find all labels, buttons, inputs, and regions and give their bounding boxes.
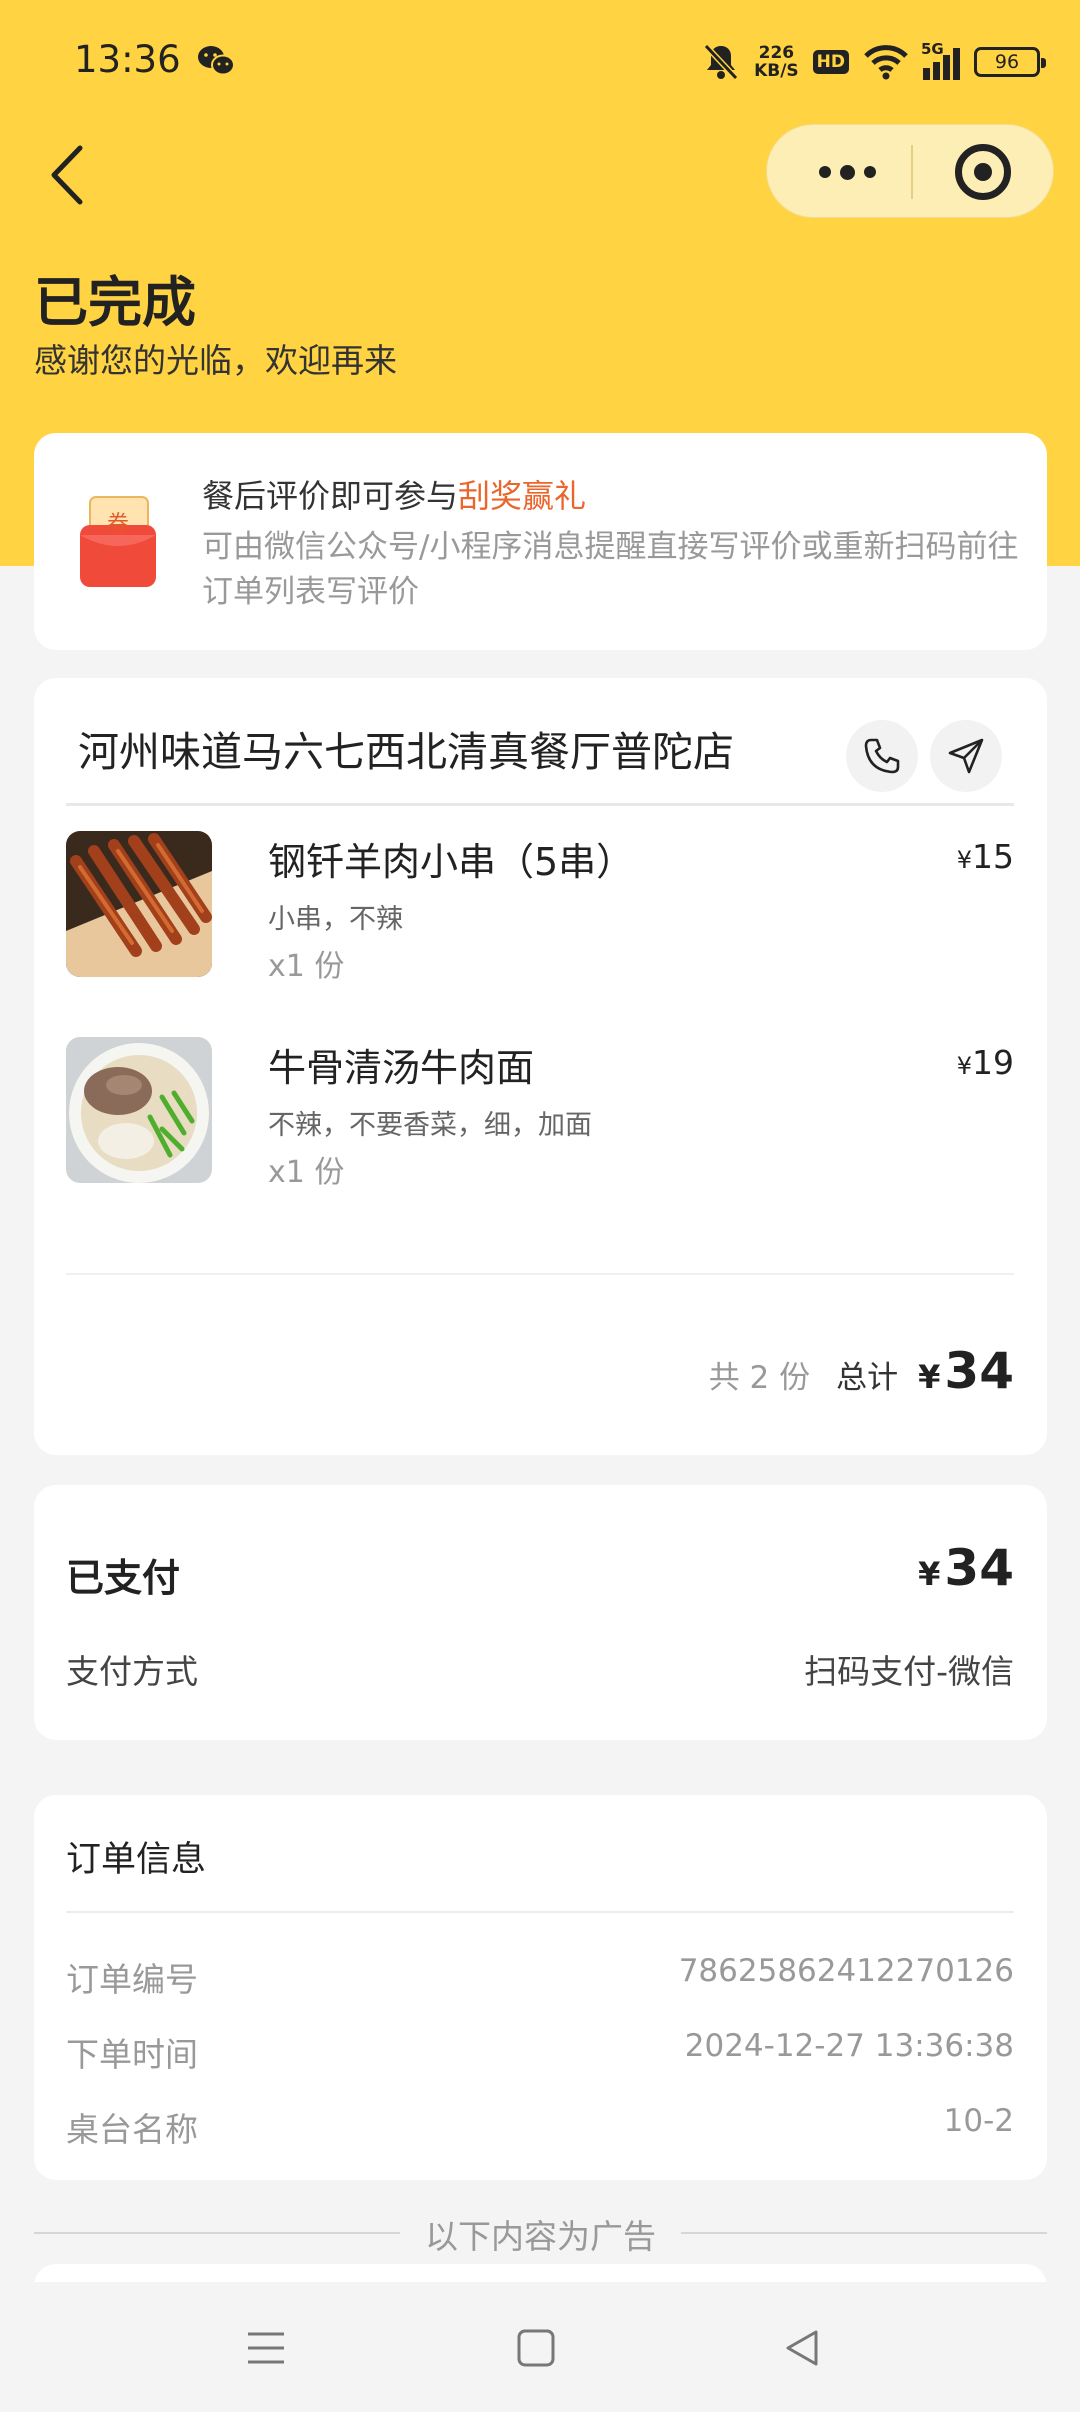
paid-currency: ¥: [918, 1555, 941, 1593]
net-speed-value: 226: [758, 43, 795, 63]
ad-divider: 以下内容为广告: [34, 2210, 1047, 2256]
item-price-currency: ¥: [956, 1052, 972, 1080]
total-label: 总计: [836, 1360, 899, 1396]
menu-button[interactable]: [236, 2318, 296, 2378]
status-icons: 226 KB/S HD 5G 96: [702, 34, 1046, 90]
store-divider: [66, 803, 1014, 806]
mute-bell-icon: [703, 43, 739, 81]
promo-title: 餐后评价即可参与刮奖赢礼: [202, 471, 586, 517]
item-spec: 小串，不辣: [268, 904, 403, 935]
payment-status: 已支付: [66, 1556, 181, 1600]
phone-icon: [864, 738, 900, 774]
signal-icon: 5G: [921, 40, 960, 80]
navigation-button[interactable]: [930, 720, 1002, 792]
item-price: ¥15: [957, 837, 1014, 876]
table-name-value: 10-2: [943, 2103, 1014, 2139]
order-item: 牛骨清汤牛肉面 不辣，不要香菜，细，加面 x1 份 ¥19: [66, 1037, 1014, 1190]
ad-label: 以下内容为广告: [425, 2217, 656, 2256]
battery-level: 96: [994, 51, 1020, 73]
wifi-icon: [864, 45, 908, 80]
payment-method-value: 扫码支付-微信: [804, 1652, 1014, 1691]
capsule-divider: [911, 145, 913, 199]
back-nav-icon: [786, 2330, 818, 2366]
status-time: 13:36: [74, 38, 181, 81]
total-currency: ¥: [918, 1358, 941, 1396]
order-number-label: 订单编号: [66, 1960, 198, 1999]
page-title: 已完成: [34, 271, 196, 334]
wechat-icon: [198, 46, 235, 76]
phone-button[interactable]: [846, 720, 918, 792]
table-name-label: 桌台名称: [66, 2110, 198, 2149]
item-price-currency: ¥: [956, 846, 972, 874]
signal-label: 5G: [921, 40, 944, 58]
coupon-text: 券: [107, 512, 129, 537]
payment-method-label: 支付方式: [66, 1652, 198, 1691]
order-number-value[interactable]: 78625862412270126: [679, 1953, 1014, 1989]
back-nav-button[interactable]: [772, 2318, 832, 2378]
hd-badge: HD: [812, 50, 849, 74]
order-divider: [66, 1273, 1014, 1275]
promo-title-highlight: 刮奖赢礼: [458, 477, 587, 515]
order-card: 河州味道马六七西北清真餐厅普陀店 钢钎羊肉小串（5串） 小串，不辣 x1 份 ¥…: [34, 678, 1047, 1455]
order-item: 钢钎羊肉小串（5串） 小串，不辣 x1 份 ¥15: [66, 831, 1014, 984]
order-time-value: 2024-12-27 13:36:38: [684, 2028, 1014, 2064]
net-speed: 226 KB/S: [754, 44, 799, 80]
system-nav-bar: [0, 2282, 1080, 2412]
mini-program-capsule: [766, 124, 1054, 218]
item-quantity: x1 份: [268, 1155, 345, 1190]
item-name: 牛骨清汤牛肉面: [268, 1046, 535, 1090]
item-thumbnail-lamb-skewers: [66, 831, 212, 977]
page-subtitle: 感谢您的光临，欢迎再来: [34, 341, 397, 380]
more-icon[interactable]: [807, 125, 887, 219]
order-info-title: 订单信息: [66, 1840, 207, 1880]
store-name: 河州味道马六七西北清真餐厅普陀店: [78, 728, 734, 776]
total-amount-value: 34: [944, 1342, 1014, 1400]
target-icon[interactable]: [955, 144, 1011, 200]
order-info-row: 订单编号 78625862412270126: [66, 1953, 1014, 1999]
order-info-row: 桌台名称 10-2: [66, 2103, 1014, 2149]
item-price-value: 15: [972, 837, 1014, 876]
order-info-card: 订单信息 订单编号 78625862412270126 下单时间 2024-12…: [34, 1795, 1047, 2180]
navigation-icon: [948, 738, 984, 774]
home-button[interactable]: [506, 2318, 566, 2378]
home-icon: [517, 2329, 555, 2367]
promo-title-prefix: 餐后评价即可参与: [202, 477, 459, 515]
total-amount: ¥34: [918, 1342, 1014, 1400]
order-info-row: 下单时间 2024-12-27 13:36:38: [66, 2028, 1014, 2074]
item-spec: 不辣，不要香菜，细，加面: [268, 1110, 592, 1141]
order-info-divider: [66, 1911, 1014, 1913]
battery-icon: 96: [974, 47, 1046, 77]
status-bar: 13:36 226 KB/S HD 5G 96: [0, 0, 1080, 124]
order-time-label: 下单时间: [66, 2035, 198, 2074]
order-total-row: 共 2 份 总计 ¥34: [709, 1342, 1014, 1400]
item-price-value: 19: [972, 1043, 1014, 1082]
paid-amount: ¥34: [918, 1539, 1014, 1597]
promo-description: 可由微信公众号/小程序消息提醒直接写评价或重新扫码前往订单列表写评价: [202, 529, 1019, 610]
ad-line-right: [681, 2232, 1047, 2234]
payment-card: 已支付 ¥34 支付方式 扫码支付-微信: [34, 1485, 1047, 1740]
item-thumbnail-beef-noodles: [66, 1037, 212, 1183]
back-icon[interactable]: [42, 140, 98, 210]
item-quantity: x1 份: [268, 949, 345, 984]
item-name: 钢钎羊肉小串（5串）: [268, 840, 635, 884]
review-promo-card[interactable]: 券 餐后评价即可参与刮奖赢礼 可由微信公众号/小程序消息提醒直接写评价或重新扫码…: [34, 433, 1047, 650]
item-price: ¥19: [957, 1043, 1014, 1082]
paid-amount-value: 34: [944, 1539, 1014, 1597]
net-speed-unit: KB/S: [754, 61, 799, 81]
coupon-icon: 券: [80, 496, 156, 587]
menu-icon: [248, 2332, 284, 2364]
total-count: 共 2 份: [708, 1360, 811, 1396]
